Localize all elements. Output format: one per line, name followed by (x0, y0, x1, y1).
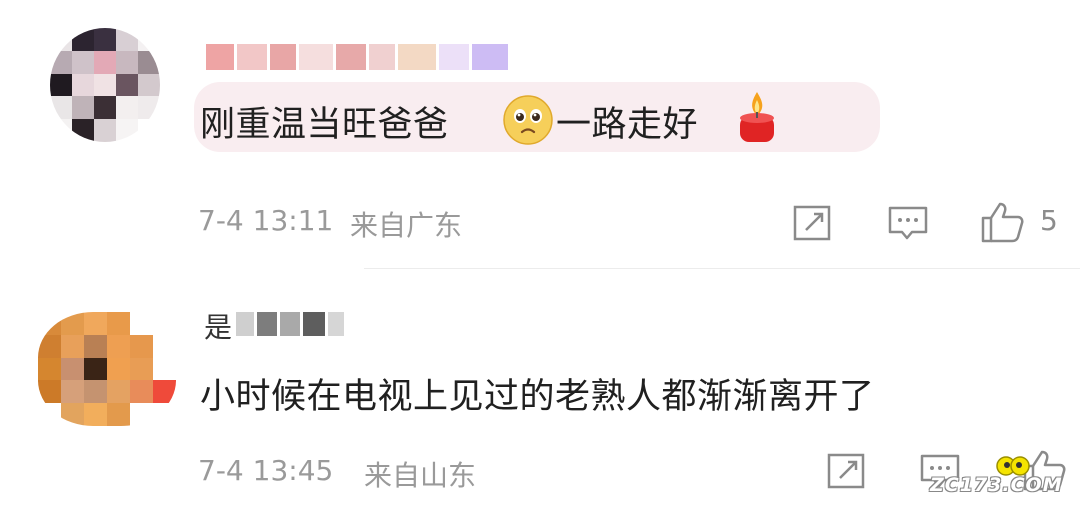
comment-location: 来自广东 (350, 209, 463, 242)
username-blurred[interactable] (206, 44, 508, 70)
comment-text: 刚重温当旺爸爸 (200, 105, 449, 145)
user-avatar[interactable] (50, 28, 160, 142)
share-icon[interactable] (792, 204, 834, 242)
comment-timestamp: 7-4 13:45 (198, 454, 334, 487)
comment-location: 来自山东 (364, 459, 477, 492)
user-avatar[interactable] (38, 312, 176, 426)
like-count: 5 (1040, 204, 1058, 237)
candle-emoji (736, 88, 778, 146)
username-partial[interactable]: 是 (204, 306, 232, 346)
comment-icon[interactable] (886, 204, 930, 244)
comment-text-continued: 一路走好 (556, 105, 699, 145)
thumbs-up-icon[interactable] (980, 200, 1026, 244)
share-icon[interactable] (826, 452, 868, 490)
watermark-text: ZC173.COM (930, 474, 1063, 496)
pleading-face-emoji (502, 94, 554, 146)
comment-timestamp: 7-4 13:11 (198, 204, 334, 237)
username-blurred[interactable] (236, 312, 344, 336)
comment-divider (364, 268, 1080, 269)
comment-text: 小时候在电视上见过的老熟人都渐渐离开了 (200, 377, 875, 417)
